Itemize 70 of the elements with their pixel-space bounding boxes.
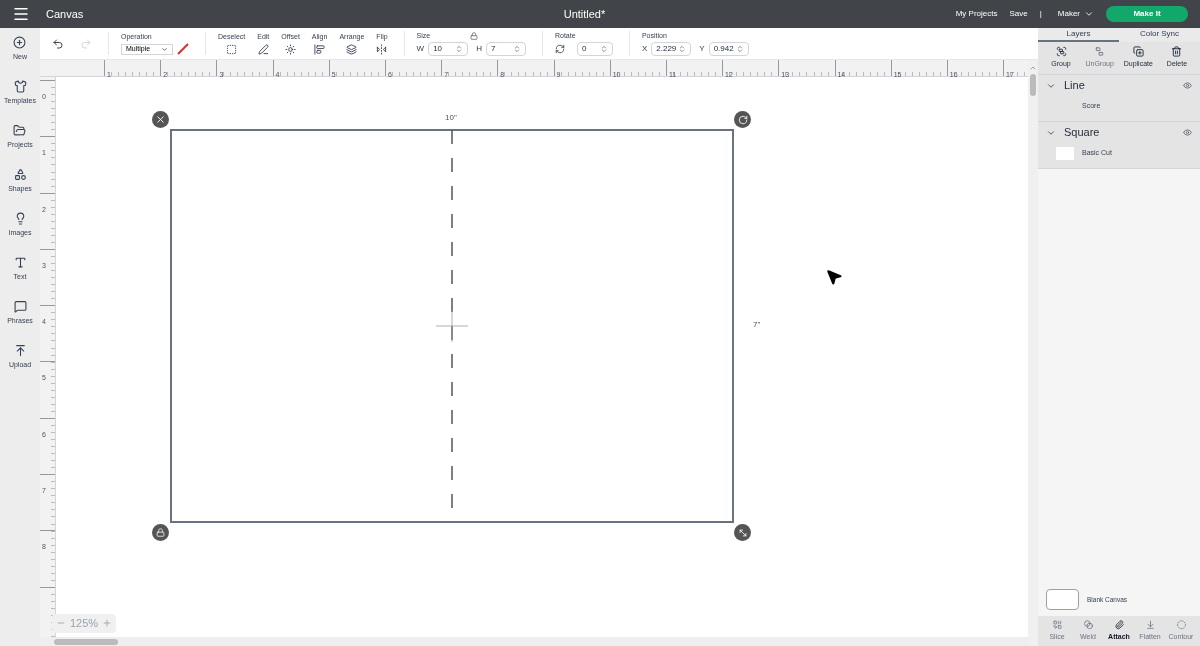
stepper-icon xyxy=(735,45,744,54)
number-field[interactable]: 10 xyxy=(428,42,469,57)
number-field[interactable]: 7 xyxy=(485,42,526,57)
document-title: Untitled* xyxy=(562,6,607,22)
speech-bubble-icon xyxy=(13,300,27,313)
width-label: 10" xyxy=(445,112,457,124)
rotate-icon xyxy=(554,44,565,55)
number-field[interactable]: 0 xyxy=(576,42,613,57)
caret-icon xyxy=(161,45,168,53)
caret-icon xyxy=(1084,9,1094,19)
shirt-icon xyxy=(13,80,27,93)
number-field[interactable]: 2.229 xyxy=(651,42,692,57)
lock-handle[interactable] xyxy=(152,524,169,541)
machine-dropdown[interactable]: Maker xyxy=(1057,8,1094,20)
pen-color-swatch-icon[interactable] xyxy=(177,43,189,56)
field-label: H xyxy=(476,43,482,56)
ungroup-icon xyxy=(1094,46,1106,57)
stepper-icon xyxy=(678,45,687,54)
scroll-up-icon[interactable] xyxy=(1029,64,1037,72)
top-link[interactable]: Save xyxy=(1009,8,1028,20)
vertical-scrollbar[interactable] xyxy=(1028,60,1038,646)
zoom-in-icon[interactable] xyxy=(102,618,113,629)
mouse-cursor-icon xyxy=(825,268,843,286)
stepper-icon xyxy=(512,45,521,54)
scroll-thumb[interactable] xyxy=(1030,74,1036,96)
slice-icon xyxy=(1051,620,1063,630)
stepper-icon xyxy=(599,45,608,54)
plus-circle-icon xyxy=(13,36,27,49)
pen-icon xyxy=(257,44,269,56)
top-link[interactable]: My Projects xyxy=(955,8,998,20)
stepper-icon xyxy=(455,45,464,54)
app-title: Canvas xyxy=(46,6,84,22)
resize-handle[interactable] xyxy=(734,524,751,541)
sun-icon xyxy=(285,44,297,56)
field-label: W xyxy=(416,43,425,56)
group-icon xyxy=(1055,46,1067,57)
eye-icon[interactable] xyxy=(1183,128,1192,137)
layer-swatch xyxy=(1056,147,1074,160)
height-label: 7" xyxy=(753,319,761,331)
dashed-square-icon xyxy=(226,44,238,56)
canvas-swatch xyxy=(1046,589,1079,610)
eye-icon[interactable] xyxy=(1183,81,1192,90)
flatten-icon xyxy=(1144,620,1156,630)
layer-name[interactable]: Line xyxy=(1064,77,1175,94)
trash-icon xyxy=(1171,46,1183,57)
weld-icon xyxy=(1082,620,1094,630)
paperclip-icon xyxy=(1113,620,1125,630)
text-icon xyxy=(13,256,27,269)
layer-name[interactable]: Square xyxy=(1064,124,1175,141)
dashed-circle-icon xyxy=(1175,620,1187,630)
align-icon xyxy=(314,44,326,56)
panel-tab[interactable]: Color Sync xyxy=(1119,28,1200,42)
duplicate-icon xyxy=(1132,46,1144,57)
lock-icon[interactable] xyxy=(470,32,479,40)
layers-icon xyxy=(346,44,358,56)
undo-icon[interactable] xyxy=(52,37,64,50)
scroll-thumb[interactable] xyxy=(54,638,118,645)
menu-icon[interactable] xyxy=(12,5,30,23)
crosshair-icon xyxy=(436,310,468,342)
delete-handle[interactable] xyxy=(152,111,169,128)
zoom-level: 125% xyxy=(70,616,99,631)
shapes-icon xyxy=(13,168,27,181)
field-label: Y xyxy=(699,43,705,56)
separator-text: | xyxy=(1039,8,1042,20)
upload-icon xyxy=(13,344,27,357)
field-label: X xyxy=(641,43,648,56)
flip-icon xyxy=(376,44,388,56)
rotate-handle[interactable] xyxy=(734,111,751,128)
folder-icon xyxy=(13,124,27,137)
number-field[interactable]: 0.942 xyxy=(708,42,749,57)
